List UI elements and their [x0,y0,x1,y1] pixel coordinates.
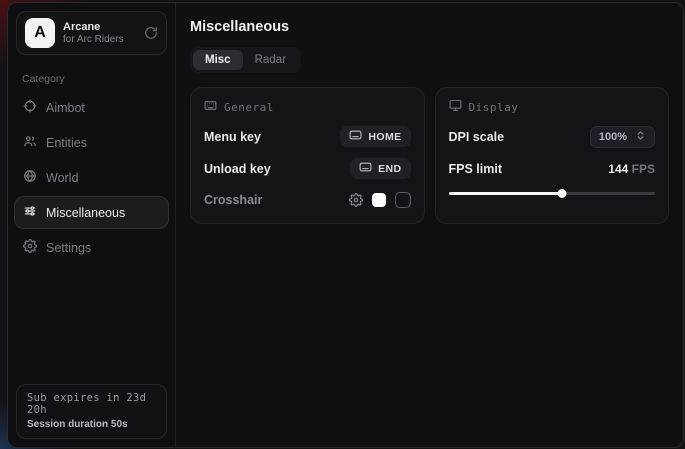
gear-icon [23,239,37,256]
profile-card: A Arcane for Arc Riders [16,11,167,55]
sidebar-nav: Aimbot Entities World [8,89,175,266]
card-header-label: Display [469,101,519,114]
display-card: Display DPI scale 100% FPS limit [435,87,670,224]
sidebar-item-label: World [46,171,78,185]
fps-limit-unit: FPS [632,162,655,176]
page-title: Miscellaneous [190,19,669,35]
tab-bar: Misc Radar [190,47,301,73]
entities-icon [23,134,37,151]
dpi-scale-value: 100% [599,131,627,143]
app-title: Arcane [63,21,136,33]
sidebar-item-entities[interactable]: Entities [14,126,169,159]
fps-limit-slider[interactable] [449,188,656,198]
app-window: A Arcane for Arc Riders Category Aimbot [7,2,684,448]
tab-misc[interactable]: Misc [193,50,243,70]
crosshair-label: Crosshair [204,193,262,207]
chevron-up-down-icon [635,130,646,144]
sync-icon[interactable] [144,26,158,40]
sidebar-item-label: Aimbot [46,101,85,115]
menu-key-button[interactable]: HOME [340,126,410,147]
dpi-scale-label: DPI scale [449,130,505,144]
sliders-icon [23,204,37,221]
avatar: A [25,18,55,48]
unload-key-value: END [378,163,401,175]
crosshair-color-swatch[interactable] [372,193,386,207]
sidebar-item-label: Settings [46,241,91,255]
general-card: General Menu key HOME Unload key [190,87,425,224]
tab-radar[interactable]: Radar [243,50,298,70]
crosshair-row: Crosshair [204,190,411,210]
sidebar-item-aimbot[interactable]: Aimbot [14,91,169,124]
menu-key-label: Menu key [204,130,261,144]
crosshair-icon [23,99,37,116]
menu-key-value: HOME [368,131,401,143]
slider-thumb[interactable] [558,189,567,198]
key-icon [349,130,362,143]
sidebar: A Arcane for Arc Riders Category Aimbot [8,3,176,447]
dpi-scale-select[interactable]: 100% [590,126,655,148]
sidebar-item-settings[interactable]: Settings [14,231,169,264]
app-subtitle: for Arc Riders [63,34,136,45]
sidebar-item-label: Miscellaneous [46,206,125,220]
globe-icon [23,169,37,186]
category-label: Category [22,73,161,85]
sub-expires-text: Sub expires in 23d 20h [27,392,156,416]
keyboard-icon [204,99,217,115]
sidebar-item-world[interactable]: World [14,161,169,194]
unload-key-button[interactable]: END [350,158,410,179]
crosshair-settings-gear-icon[interactable] [349,193,363,207]
slider-fill [449,192,563,195]
sidebar-item-label: Entities [46,136,87,150]
monitor-icon [449,99,462,115]
fps-limit-row: FPS limit 144 FPS [449,159,656,179]
fps-limit-label: FPS limit [449,162,502,176]
session-duration-text: Session duration 50s [27,419,156,430]
main-panel: Miscellaneous Misc Radar General Menu ke… [176,3,683,447]
unload-key-label: Unload key [204,162,271,176]
subscription-info-box: Sub expires in 23d 20h Session duration … [16,384,167,439]
key-icon [359,162,372,175]
sidebar-item-miscellaneous[interactable]: Miscellaneous [14,196,169,229]
dpi-scale-row: DPI scale 100% [449,126,656,148]
unload-key-row: Unload key END [204,158,411,179]
card-header-label: General [224,101,274,114]
fps-limit-value: 144 [608,162,628,176]
menu-key-row: Menu key HOME [204,126,411,147]
crosshair-enable-checkbox[interactable] [395,192,411,208]
